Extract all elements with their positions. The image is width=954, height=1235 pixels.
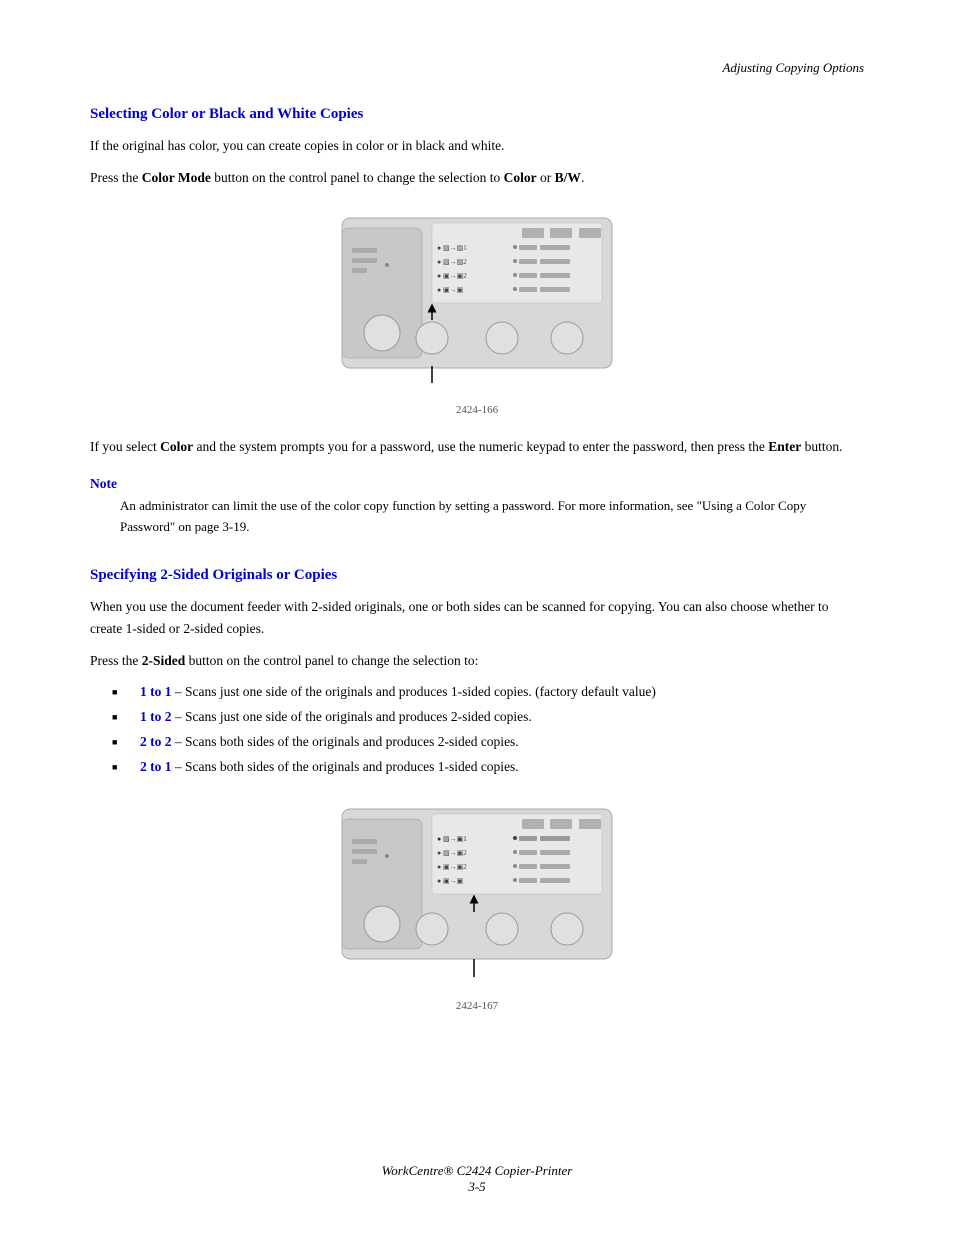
bullet-item-4: 2 to 1 – Scans both sides of the origina… bbox=[130, 756, 864, 779]
footer-line1: WorkCentre® C2424 Copier-Printer bbox=[0, 1163, 954, 1179]
svg-text:● ▣→▣: ● ▣→▣ bbox=[437, 286, 463, 294]
section1-para2-or: or bbox=[537, 170, 555, 185]
section1-para2-start: Press the bbox=[90, 170, 142, 185]
bullet-list: 1 to 1 – Scans just one side of the orig… bbox=[130, 681, 864, 779]
svg-text:● ▣→▣: ● ▣→▣ bbox=[437, 877, 463, 885]
bullet4-text: – Scans both sides of the originals and … bbox=[175, 759, 519, 774]
image1-caption: 2424-166 bbox=[90, 404, 864, 416]
bullet2-text: – Scans just one side of the originals a… bbox=[175, 709, 532, 724]
section1-para1: If the original has color, you can creat… bbox=[90, 135, 864, 157]
section1-para3-start: If you select bbox=[90, 439, 160, 454]
section1-title: Selecting Color or Black and White Copie… bbox=[90, 106, 864, 123]
bullet3-bold: 2 to 2 bbox=[140, 734, 172, 749]
section1-para2-mid: button on the control panel to change th… bbox=[211, 170, 504, 185]
section2-para2: Press the 2-Sided button on the control … bbox=[90, 650, 864, 672]
section2-para2-start: Press the bbox=[90, 653, 142, 668]
section1-para2-end: . bbox=[581, 170, 584, 185]
bullet4-bold: 2 to 1 bbox=[140, 759, 172, 774]
section2-title: Specifying 2-Sided Originals or Copies bbox=[90, 567, 864, 584]
section2-para1: When you use the document feeder with 2-… bbox=[90, 596, 864, 639]
svg-text:● ▨→▣2: ● ▨→▣2 bbox=[437, 849, 467, 857]
section1-para2-bold3: B/W bbox=[555, 170, 581, 185]
bullet1-text: – Scans just one side of the originals a… bbox=[175, 684, 656, 699]
bullet1-bold: 1 to 1 bbox=[140, 684, 172, 699]
note-label: Note bbox=[90, 476, 864, 492]
section1-para3: If you select Color and the system promp… bbox=[90, 436, 864, 458]
section1-para3-end: button. bbox=[801, 439, 842, 454]
svg-text:● ▨→▨1: ● ▨→▨1 bbox=[437, 244, 467, 252]
bullet2-bold: 1 to 2 bbox=[140, 709, 172, 724]
svg-text:● ▣→▣2: ● ▣→▣2 bbox=[437, 272, 467, 280]
section1-para3-bold1: Color bbox=[160, 439, 193, 454]
bullet-item-3: 2 to 2 – Scans both sides of the origina… bbox=[130, 731, 864, 754]
footer-line2: 3-5 bbox=[0, 1179, 954, 1195]
svg-text:● ▨→▨2: ● ▨→▨2 bbox=[437, 258, 467, 266]
svg-text:● ▨→▣1: ● ▨→▣1 bbox=[437, 835, 467, 843]
device-panel-image1: ● ▨→▨1 ● ▨→▨2 ● ▣→▣2 ● ▣→▣ bbox=[322, 208, 632, 398]
note-text: An administrator can limit the use of th… bbox=[120, 496, 864, 538]
section1-para2: Press the Color Mode button on the contr… bbox=[90, 167, 864, 189]
page-header: Adjusting Copying Options bbox=[90, 60, 864, 76]
section1-para3-mid: and the system prompts you for a passwor… bbox=[193, 439, 768, 454]
section1-para2-bold1: Color Mode bbox=[142, 170, 211, 185]
bullet3-text: – Scans both sides of the originals and … bbox=[175, 734, 519, 749]
image2-container: ● ▨→▣1 ● ▨→▣2 ● ▣→▣2 ● ▣→▣ bbox=[90, 799, 864, 1012]
section1-para2-bold2: Color bbox=[504, 170, 537, 185]
section1-para3-bold2: Enter bbox=[768, 439, 801, 454]
bullet-item-1: 1 to 1 – Scans just one side of the orig… bbox=[130, 681, 864, 704]
bullet-item-2: 1 to 2 – Scans just one side of the orig… bbox=[130, 706, 864, 729]
header-text: Adjusting Copying Options bbox=[722, 60, 864, 75]
image1-container: ● ▨→▨1 ● ▨→▨2 ● ▣→▣2 ● ▣→▣ bbox=[90, 208, 864, 416]
section2-para2-bold: 2-Sided bbox=[142, 653, 186, 668]
page: Adjusting Copying Options Selecting Colo… bbox=[0, 0, 954, 1235]
section2-para2-end: button on the control panel to change th… bbox=[185, 653, 478, 668]
svg-text:● ▣→▣2: ● ▣→▣2 bbox=[437, 863, 467, 871]
page-footer: WorkCentre® C2424 Copier-Printer 3-5 bbox=[0, 1163, 954, 1195]
image2-caption: 2424-167 bbox=[90, 1000, 864, 1012]
device-panel-image2: ● ▨→▣1 ● ▨→▣2 ● ▣→▣2 ● ▣→▣ bbox=[322, 799, 632, 994]
